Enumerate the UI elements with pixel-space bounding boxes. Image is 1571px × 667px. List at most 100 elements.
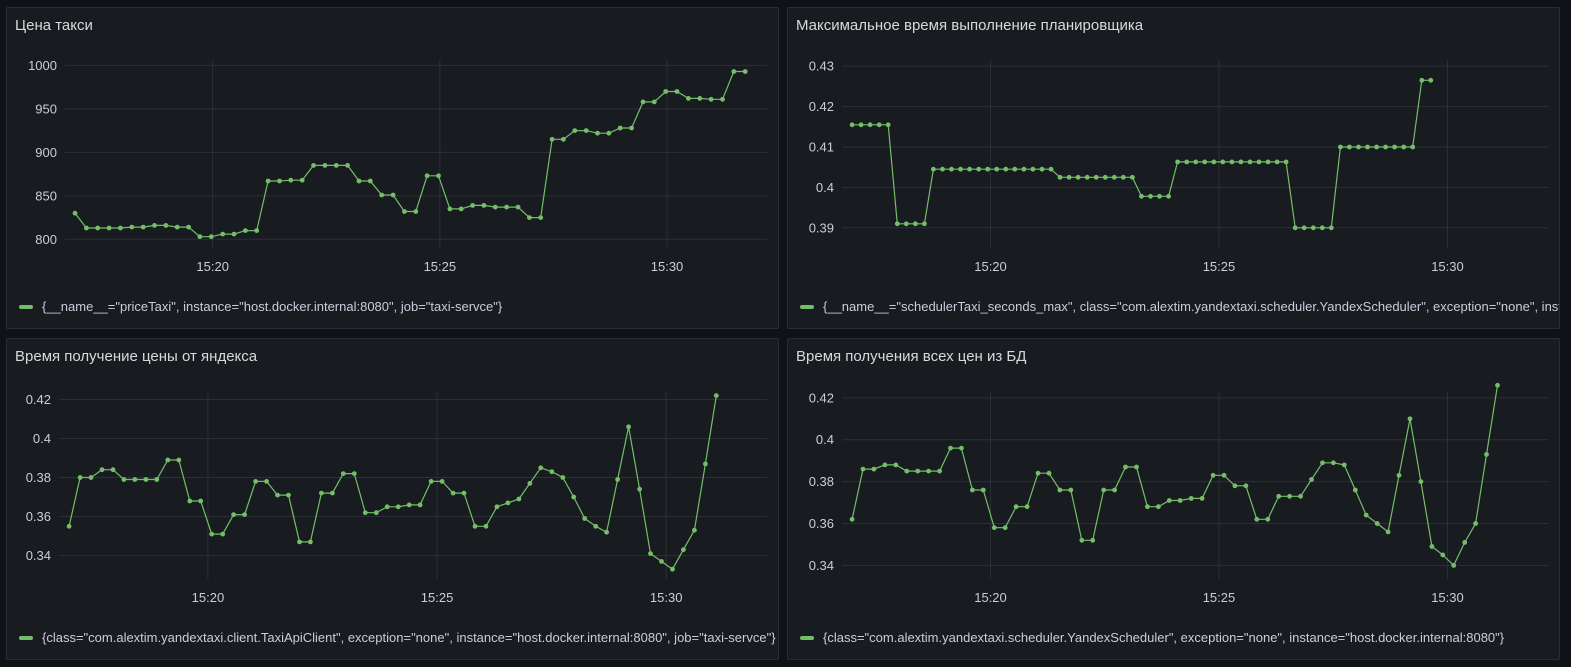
data-point: [1287, 493, 1292, 499]
data-point: [1374, 144, 1379, 150]
data-point: [1024, 504, 1030, 510]
data-point: [1363, 512, 1369, 518]
x-tick-label: 15:30: [651, 259, 684, 274]
data-point: [1410, 144, 1416, 150]
data-point: [461, 490, 467, 496]
data-point: [439, 479, 445, 484]
data-point: [154, 477, 160, 482]
data-point: [967, 166, 972, 172]
data-point: [492, 204, 498, 210]
panel-db-prices-time[interactable]: Время получения всех цен из БД 0.34 0.36 0…: [787, 338, 1560, 660]
data-point: [1310, 225, 1316, 231]
panel-taxi-price[interactable]: Цена такси 800 850 900 950 1000 15:20 15:25 15:…: [6, 7, 779, 329]
data-point: [922, 221, 927, 227]
data-point: [1331, 460, 1336, 466]
data-point: [549, 136, 555, 142]
data-point: [1184, 159, 1190, 165]
chart-yandex-price-time[interactable]: 0.34 0.36 0.38 0.4 0.42 15:20 15:25 15:30: [7, 339, 779, 660]
data-point: [1254, 516, 1260, 522]
data-point: [311, 163, 316, 168]
data-point: [176, 457, 182, 463]
x-tick-label: 15:20: [192, 590, 225, 605]
legend-label: {__name__="priceTaxi", instance="host.do…: [42, 299, 503, 314]
data-point: [1265, 516, 1271, 522]
data-point: [1256, 159, 1262, 165]
data-point: [708, 96, 714, 102]
series-line: [852, 79, 1431, 229]
data-point: [1238, 159, 1244, 165]
data-point: [231, 512, 237, 517]
data-point: [1101, 487, 1107, 493]
data-point: [322, 163, 328, 168]
data-point: [1392, 144, 1397, 150]
data-point: [913, 221, 918, 227]
data-point: [163, 223, 169, 228]
legend[interactable]: {__name__="schedulerTaxi_seconds_max", c…: [800, 299, 1559, 314]
data-point: [351, 471, 357, 476]
legend[interactable]: {class="com.alextim.yandextaxi.client.Ta…: [19, 630, 778, 645]
data-point: [1139, 193, 1144, 199]
data-point: [447, 206, 453, 212]
data-point: [994, 166, 1000, 172]
legend-label: {class="com.alextim.yandextaxi.scheduler…: [823, 630, 1505, 645]
data-point: [561, 136, 566, 142]
data-point: [288, 177, 294, 183]
data-point: [538, 215, 544, 221]
data-point: [277, 178, 282, 184]
data-point: [527, 481, 533, 486]
data-point: [1112, 487, 1117, 493]
data-point: [876, 122, 882, 128]
data-point: [264, 479, 269, 484]
data-point: [871, 466, 877, 472]
data-point: [1374, 521, 1380, 526]
data-point: [1193, 159, 1199, 165]
data-point: [980, 487, 986, 493]
data-point: [472, 523, 478, 529]
data-point: [659, 559, 664, 564]
data-point: [450, 490, 456, 496]
data-point: [1057, 174, 1063, 180]
data-point: [299, 177, 305, 183]
legend-label: {__name__="schedulerTaxi_seconds_max", c…: [823, 299, 1559, 314]
data-point: [1002, 525, 1008, 531]
data-point: [483, 523, 489, 529]
chart-db-prices-time[interactable]: 0.34 0.36 0.38 0.4 0.42 15:20 15:25 15:30: [788, 339, 1560, 660]
legend[interactable]: {__name__="priceTaxi", instance="host.do…: [19, 299, 778, 314]
data-point: [1309, 477, 1314, 482]
data-point: [1210, 472, 1216, 478]
data-point: [985, 166, 991, 172]
data-point: [209, 531, 215, 537]
data-point: [976, 166, 982, 172]
y-tick-label: 0.42: [809, 390, 834, 405]
panel-yandex-price-time[interactable]: Время получение цены от яндекса 0.34 0.36…: [6, 338, 779, 660]
data-point: [436, 173, 441, 179]
y-tick-label: 0.36: [809, 516, 834, 531]
data-point: [110, 467, 116, 473]
data-point: [1352, 487, 1358, 493]
data-point: [132, 477, 138, 482]
data-point: [1166, 498, 1172, 503]
y-tick-label: 0.34: [26, 548, 51, 563]
data-point: [1243, 483, 1249, 489]
chart-scheduler-max-time[interactable]: 0.39 0.4 0.41 0.42 0.43 15:20 15:25 15:30: [788, 8, 1560, 329]
data-point: [651, 99, 657, 105]
data-point: [1211, 159, 1217, 165]
chart-taxi-price[interactable]: 800 850 900 950 1000 15:20 15:25 15:30: [7, 8, 779, 329]
x-tick-label: 15:20: [974, 590, 1007, 605]
data-point: [640, 99, 646, 105]
data-point: [187, 498, 193, 504]
data-point: [1093, 174, 1099, 180]
legend[interactable]: {class="com.alextim.yandextaxi.scheduler…: [800, 630, 1559, 645]
data-point: [674, 89, 680, 94]
y-tick-label: 0.38: [809, 474, 834, 489]
data-point: [670, 566, 675, 572]
panel-scheduler-max-time[interactable]: Максимальное время выполнение планировщи…: [787, 7, 1560, 329]
data-point: [915, 468, 921, 474]
data-point: [949, 166, 954, 172]
y-tick-label: 0.38: [26, 470, 51, 485]
data-point: [66, 523, 72, 529]
y-tick-label: 850: [35, 188, 57, 203]
data-point: [333, 163, 339, 168]
data-point: [1111, 174, 1117, 180]
data-point: [958, 166, 963, 172]
